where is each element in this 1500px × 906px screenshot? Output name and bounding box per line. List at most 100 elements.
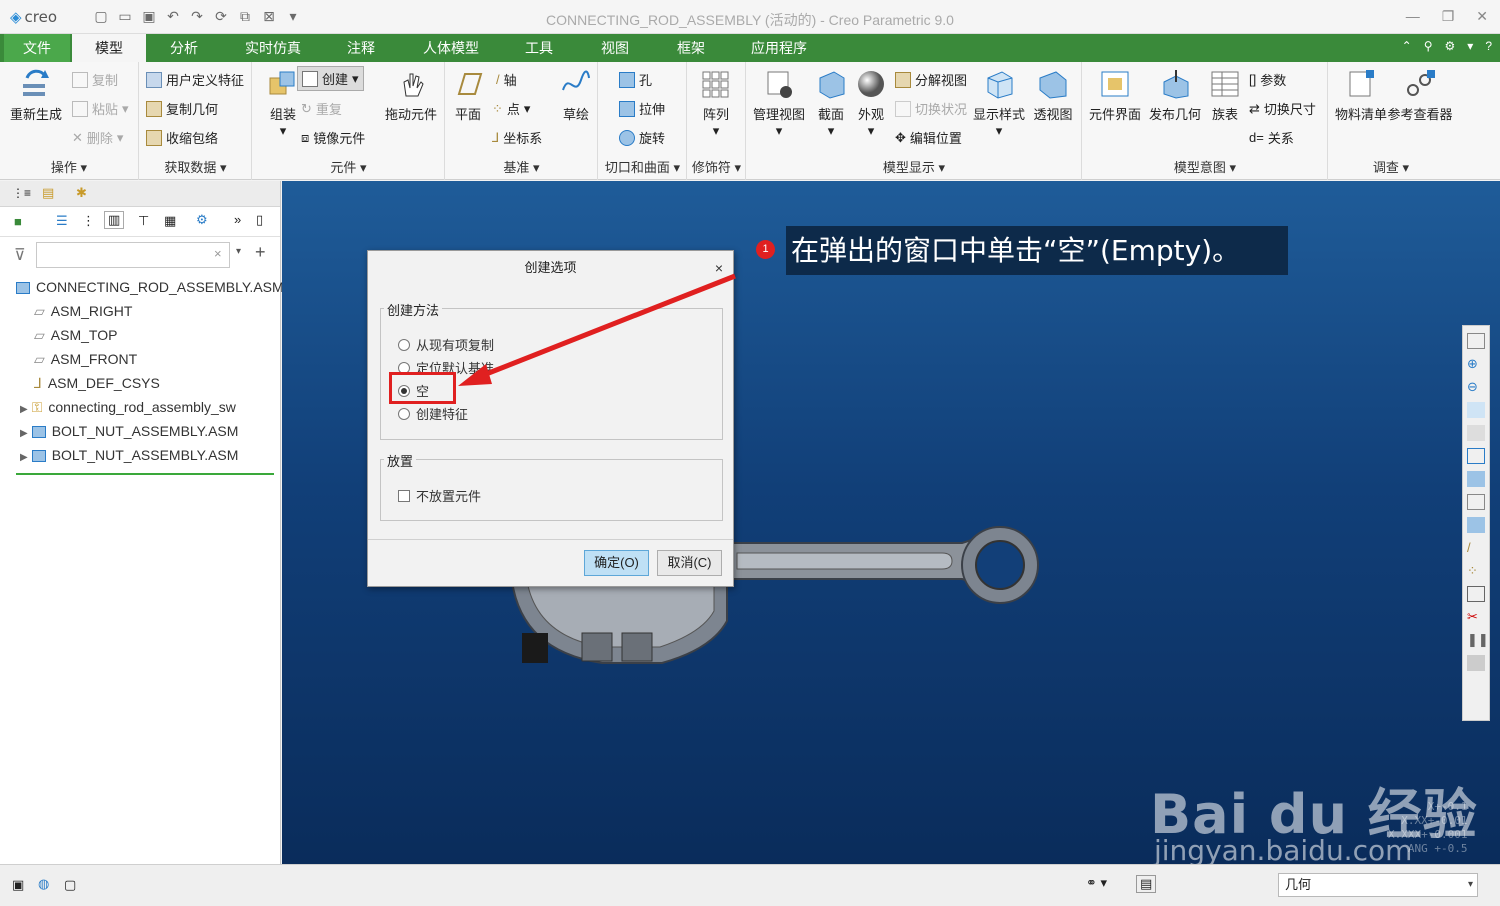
clear-search-icon[interactable]: ×: [214, 246, 222, 261]
group-label-investigate[interactable]: 调查 ▾: [1329, 157, 1453, 176]
gear-icon[interactable]: ⚙: [196, 212, 208, 228]
tree-settings-icon[interactable]: ▦: [164, 213, 176, 229]
display-style-button[interactable]: 显示样式 ▾: [969, 62, 1029, 139]
point-display-icon[interactable]: ⁘: [1467, 563, 1485, 579]
tree-item-csys[interactable]: ⅃ ASM_DEF_CSYS: [34, 371, 160, 395]
columns-icon[interactable]: ▥: [104, 211, 125, 229]
tab-annotate[interactable]: 注释: [330, 34, 392, 62]
axis-button[interactable]: / 轴: [496, 70, 517, 89]
search-icon[interactable]: ⚲: [1424, 39, 1433, 53]
pattern-button[interactable]: 阵列 ▾: [686, 62, 746, 139]
bom-button[interactable]: 物料清单: [1331, 62, 1391, 123]
tree-item-root-assembly[interactable]: CONNECTING_ROD_ASSEMBLY.ASM: [16, 275, 284, 299]
relations-button[interactable]: d= 关系: [1249, 128, 1294, 147]
selection-filter-select[interactable]: 几何 ▾: [1278, 873, 1478, 897]
switch-dimensions-button[interactable]: ⇄ 切换尺寸: [1249, 99, 1316, 118]
no-placement-checkbox[interactable]: 不放置元件: [398, 486, 481, 505]
zoom-in-icon[interactable]: ⊕: [1467, 356, 1485, 372]
tab-applications[interactable]: 应用程序: [736, 34, 822, 62]
layer-icon[interactable]: ⋮: [82, 213, 95, 229]
expand-icon[interactable]: ▶: [20, 428, 28, 439]
group-label-model-display[interactable]: 模型显示 ▾: [747, 157, 1081, 176]
copy-button[interactable]: 复制: [72, 70, 118, 89]
dropdown-icon[interactable]: ▾: [1467, 39, 1473, 53]
mirror-component-button[interactable]: ⧈ 镜像元件: [301, 128, 365, 147]
delete-button[interactable]: ✕ 删除 ▾: [72, 128, 123, 147]
display-style-icon[interactable]: [1467, 448, 1485, 464]
radio-create-features[interactable]: 创建特征: [398, 404, 468, 423]
close-button[interactable]: ✕: [1476, 8, 1488, 25]
insert-indicator[interactable]: [16, 473, 274, 475]
tree-item-part[interactable]: ▶ ⚿ connecting_rod_assembly_sw: [20, 395, 236, 419]
tree-item-asm-top[interactable]: ▱ ASM_TOP: [34, 323, 117, 347]
tab-model[interactable]: 模型: [72, 34, 146, 62]
saved-orientations-icon[interactable]: [1467, 471, 1485, 487]
drag-components-button[interactable]: 拖动元件: [381, 62, 441, 123]
tree-item-bolt-nut-1[interactable]: ▶ BOLT_NUT_ASSEMBLY.ASM: [20, 419, 238, 443]
ok-button[interactable]: 确定(O): [584, 550, 649, 576]
model-tree-tab-icon[interactable]: ⋮≡: [12, 186, 31, 200]
settings-icon[interactable]: ⚙: [1445, 39, 1456, 53]
tab-view[interactable]: 视图: [584, 34, 646, 62]
export-icon[interactable]: ▯: [256, 212, 263, 228]
perspective-icon[interactable]: [1467, 517, 1485, 533]
datum-display-icon[interactable]: /: [1467, 540, 1485, 556]
search-dropdown-icon[interactable]: ▾: [236, 246, 241, 257]
tab-manikin[interactable]: 人体模型: [410, 34, 492, 62]
toggle-status-button[interactable]: 切换状况: [895, 99, 967, 118]
tree-item-asm-right[interactable]: ▱ ASM_RIGHT: [34, 299, 132, 323]
folder-browser-tab-icon[interactable]: ▤: [42, 185, 54, 201]
group-label-components[interactable]: 元件 ▾: [253, 157, 444, 176]
help-icon[interactable]: ?: [1485, 39, 1492, 53]
zoom-out-icon[interactable]: ⊖: [1467, 379, 1485, 395]
view-manager-icon[interactable]: [1467, 494, 1485, 510]
group-label-operations[interactable]: 操作 ▾: [0, 157, 138, 176]
csys-button[interactable]: ⅃ 坐标系: [492, 128, 542, 147]
find-icon[interactable]: ⚭ ▾: [1086, 875, 1107, 891]
group-label-datum[interactable]: 基准 ▾: [446, 157, 597, 176]
group-label-model-intent[interactable]: 模型意图 ▾: [1083, 157, 1327, 176]
tree-filter-icon[interactable]: ⊤: [138, 213, 149, 229]
repaint-icon[interactable]: [1467, 402, 1485, 418]
revolve-button[interactable]: 旋转: [619, 128, 665, 147]
tree-item-bolt-nut-2[interactable]: ▶ BOLT_NUT_ASSEMBLY.ASM: [20, 443, 238, 467]
expand-icon[interactable]: ▶: [20, 452, 28, 463]
copy-geometry-button[interactable]: 复制几何: [146, 99, 218, 118]
appearance-icon[interactable]: [1467, 425, 1485, 441]
regenerate-button[interactable]: 重新生成: [6, 62, 66, 123]
tree-view-icon[interactable]: ☰: [56, 213, 68, 229]
edit-position-button[interactable]: ✥ 编辑位置: [895, 128, 962, 147]
tab-tools[interactable]: 工具: [508, 34, 570, 62]
paste-button[interactable]: 粘贴 ▾: [72, 99, 129, 118]
minimize-button[interactable]: —: [1406, 8, 1420, 25]
appearance-button[interactable]: 外观 ▾: [841, 62, 901, 139]
annotation-display-icon[interactable]: [1467, 586, 1485, 602]
selection-filter-icon[interactable]: ▤: [1136, 875, 1157, 893]
show-tree-icon[interactable]: ▣: [12, 877, 24, 893]
more-views-icon[interactable]: [1467, 655, 1485, 671]
udf-button[interactable]: 用户定义特征: [146, 70, 244, 89]
group-label-cut-surface[interactable]: 切口和曲面 ▾: [599, 157, 686, 176]
explode-view-button[interactable]: 分解视图: [895, 70, 967, 89]
expand-icon[interactable]: ▶: [20, 404, 28, 415]
manage-views-button[interactable]: 管理视图 ▾: [749, 62, 809, 139]
spin-center-icon[interactable]: ✂: [1467, 609, 1485, 625]
component-interface-button[interactable]: 元件界面: [1085, 62, 1145, 123]
close-icon[interactable]: ×: [715, 251, 723, 285]
cancel-button[interactable]: 取消(C): [657, 550, 722, 576]
group-label-get-data[interactable]: 获取数据 ▾: [140, 157, 251, 176]
create-button[interactable]: 创建 ▾: [297, 66, 364, 91]
favorites-tab-icon[interactable]: ✱: [76, 185, 87, 201]
plane-button[interactable]: 平面: [438, 62, 498, 123]
perspective-button[interactable]: 透视图: [1023, 62, 1083, 123]
parameters-button[interactable]: [] 参数: [1249, 70, 1286, 89]
filter-icon[interactable]: ⊽: [14, 245, 26, 265]
group-label-modifiers[interactable]: 修饰符 ▾: [688, 157, 745, 176]
more-icon[interactable]: »: [234, 212, 241, 227]
collapse-ribbon-icon[interactable]: ⌃: [1402, 39, 1412, 53]
shrinkwrap-button[interactable]: 收缩包络: [146, 128, 218, 147]
family-table-button[interactable]: 族表: [1195, 62, 1255, 123]
radio-copy-from-existing[interactable]: 从现有项复制: [398, 335, 494, 354]
tab-analysis[interactable]: 分析: [150, 34, 218, 62]
hole-button[interactable]: 孔: [619, 70, 652, 89]
